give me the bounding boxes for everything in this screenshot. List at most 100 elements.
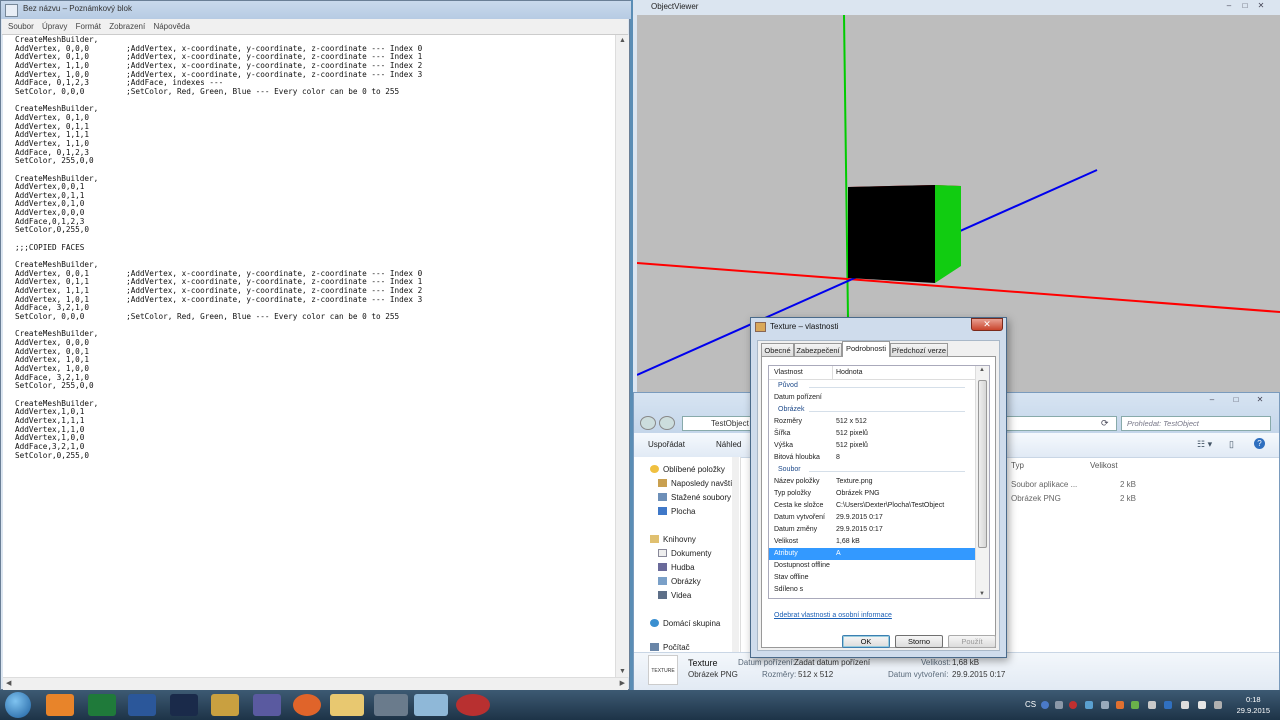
minimize-icon[interactable]: –: [1206, 395, 1218, 405]
start-button[interactable]: [5, 692, 31, 718]
tray-icon[interactable]: [1116, 701, 1124, 709]
property-list-scrollbar[interactable]: ▲ ▼: [975, 366, 989, 598]
tray-icon[interactable]: [1131, 701, 1139, 709]
column-type[interactable]: Typ: [1011, 461, 1024, 470]
preview-pane-icon[interactable]: ▯: [1229, 439, 1234, 450]
photoshop-taskbar-icon[interactable]: [170, 694, 198, 716]
save-disk-taskbar-icon[interactable]: [253, 694, 281, 716]
property-row[interactable]: Rozměry 512 x 512: [769, 416, 975, 428]
address-bar[interactable]: TestObject: [682, 416, 752, 431]
property-row[interactable]: Atributy A: [769, 548, 975, 560]
nav-pane-scrollbar[interactable]: [732, 457, 739, 652]
explorer-taskbar-icon[interactable]: [330, 694, 364, 716]
column-property[interactable]: Vlastnost: [774, 369, 803, 376]
ok-button[interactable]: OK: [842, 635, 890, 648]
scroll-up-icon[interactable]: ▲: [619, 37, 626, 44]
vlc-taskbar-icon[interactable]: [46, 694, 74, 716]
nav-documents[interactable]: Dokumenty: [658, 549, 711, 558]
cancel-button[interactable]: Storno: [895, 635, 943, 648]
property-row[interactable]: Cesta ke složce C:\Users\Dexter\Plocha\Te…: [769, 500, 975, 512]
nav-pictures[interactable]: Obrázky: [658, 577, 701, 586]
clock[interactable]: 0:18 29.9.2015: [1237, 694, 1270, 716]
recording-taskbar-icon[interactable]: [456, 694, 490, 716]
property-group-header[interactable]: Soubor: [769, 464, 975, 476]
tray-icon[interactable]: [1055, 701, 1063, 709]
tray-help-icon[interactable]: [1041, 701, 1049, 709]
search-input[interactable]: Prohledat: TestObject: [1121, 416, 1271, 431]
scroll-left-icon[interactable]: ◀: [6, 679, 11, 687]
organize-button[interactable]: Uspořádat: [648, 440, 685, 449]
flag-icon[interactable]: [1214, 701, 1222, 709]
menu-help[interactable]: Nápověda: [153, 22, 189, 31]
back-icon[interactable]: [640, 416, 656, 430]
excel-taskbar-icon[interactable]: [88, 694, 116, 716]
tray-record-icon[interactable]: [1069, 701, 1077, 709]
notepad-vertical-scrollbar[interactable]: ▲ ▼: [615, 35, 629, 677]
dialog-close-icon[interactable]: ✕: [971, 318, 1003, 331]
notepad-title-bar[interactable]: Bez názvu – Poznámkový blok: [1, 1, 631, 19]
dialog-title-bar[interactable]: Texture – vlastnosti: [751, 318, 1006, 336]
details-date-taken-value[interactable]: Zadat datum pořízení: [794, 658, 870, 667]
file-row[interactable]: Obrázek PNG 2 kB: [1011, 494, 1141, 506]
menu-file[interactable]: Soubor: [8, 22, 34, 31]
property-row[interactable]: Název položky Texture.png: [769, 476, 975, 488]
notepad-horizontal-scrollbar[interactable]: ◀ ▶: [3, 677, 628, 690]
file-row[interactable]: Soubor aplikace ... 2 kB: [1011, 480, 1141, 492]
close-icon[interactable]: ✕: [1255, 1, 1267, 11]
apply-button[interactable]: Použít: [948, 635, 996, 648]
menu-format[interactable]: Formát: [76, 22, 101, 31]
tray-icon[interactable]: [1085, 701, 1093, 709]
nav-recent[interactable]: Naposledy navští: [658, 479, 732, 488]
object-viewer-taskbar-icon[interactable]: [374, 694, 408, 716]
scroll-up-icon[interactable]: ▲: [979, 367, 985, 373]
menu-edit[interactable]: Úpravy: [42, 22, 67, 31]
property-group-header[interactable]: Obrázek: [769, 404, 975, 416]
help-icon[interactable]: ?: [1254, 438, 1265, 449]
nav-homegroup[interactable]: Domácí skupina: [650, 619, 720, 628]
nav-videos[interactable]: Videa: [658, 591, 691, 600]
property-row[interactable]: Výška 512 pixelů: [769, 440, 975, 452]
network-icon[interactable]: [1181, 701, 1189, 709]
property-group-header[interactable]: Původ: [769, 380, 975, 392]
remove-properties-link[interactable]: Odebrat vlastnosti a osobní informace: [774, 612, 892, 619]
nav-libraries[interactable]: Knihovny: [650, 535, 696, 544]
nav-desktop[interactable]: Plocha: [658, 507, 695, 516]
maximize-icon[interactable]: □: [1239, 1, 1251, 11]
tray-icon[interactable]: [1148, 701, 1156, 709]
property-list[interactable]: Vlastnost Hodnota Původ Datum pořízení Obr…: [768, 365, 990, 599]
property-row[interactable]: Šířka 512 pixelů: [769, 428, 975, 440]
property-row[interactable]: Datum vytvoření 29.9.2015 0:17: [769, 512, 975, 524]
forward-icon[interactable]: [659, 416, 675, 430]
menu-view[interactable]: Zobrazení: [109, 22, 145, 31]
minimize-icon[interactable]: –: [1223, 1, 1235, 11]
nav-computer[interactable]: Počítač: [650, 643, 690, 652]
firefox-taskbar-icon[interactable]: [293, 694, 321, 716]
scroll-down-icon[interactable]: ▼: [979, 591, 985, 597]
column-size[interactable]: Velikost: [1090, 461, 1118, 470]
tab-previous-versions[interactable]: Předchozí verze: [890, 343, 948, 356]
scroll-thumb[interactable]: [978, 380, 987, 548]
property-row[interactable]: Typ položky Obrázek PNG: [769, 488, 975, 500]
preview-button[interactable]: Náhled: [716, 440, 741, 449]
column-divider[interactable]: [832, 366, 833, 379]
nav-music[interactable]: Hudba: [658, 563, 695, 572]
tab-general[interactable]: Obecné: [761, 343, 794, 356]
maximize-icon[interactable]: □: [1230, 395, 1242, 405]
property-row[interactable]: Stav offline: [769, 572, 975, 584]
object-viewer-title-bar[interactable]: ObjectViewer – □ ✕: [633, 0, 1280, 15]
property-row[interactable]: Bitová hloubka 8: [769, 452, 975, 464]
property-row[interactable]: Datum pořízení: [769, 392, 975, 404]
refresh-icon[interactable]: ⟳: [1101, 418, 1109, 429]
close-icon[interactable]: ✕: [1254, 395, 1266, 405]
column-value[interactable]: Hodnota: [836, 369, 862, 376]
tab-security[interactable]: Zabezpečení: [794, 343, 842, 356]
property-row[interactable]: Datum změny 29.9.2015 0:17: [769, 524, 975, 536]
language-indicator[interactable]: CS: [1025, 700, 1036, 709]
scroll-down-icon[interactable]: ▼: [619, 668, 626, 675]
property-row[interactable]: Dostupnost offline: [769, 560, 975, 572]
tab-details[interactable]: Podrobnosti: [842, 341, 890, 357]
view-options-icon[interactable]: ☷ ▾: [1197, 439, 1212, 450]
property-row[interactable]: Velikost 1,68 kB: [769, 536, 975, 548]
notepad-taskbar-icon[interactable]: [414, 694, 448, 716]
notepad-text-area[interactable]: CreateMeshBuilder, AddVertex, 0,0,0 ;Add…: [3, 35, 615, 677]
